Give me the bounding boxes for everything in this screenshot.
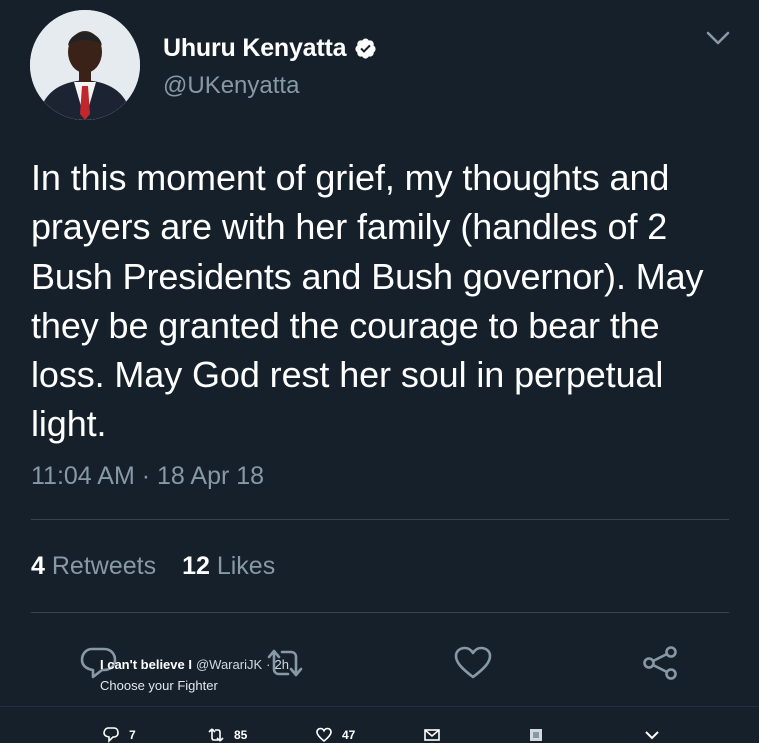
overlay-author-handle[interactable]: @WarariJK bbox=[196, 657, 262, 672]
share-icon bbox=[643, 646, 677, 680]
chevron-down-icon bbox=[645, 731, 659, 740]
likes-stat[interactable]: 12 Likes bbox=[182, 552, 275, 581]
heart-icon bbox=[316, 727, 332, 743]
author-name[interactable]: Uhuru Kenyatta bbox=[163, 34, 347, 63]
retweets-label: Retweets bbox=[51, 552, 157, 580]
likes-count: 12 bbox=[182, 552, 210, 580]
chevron-down-icon[interactable] bbox=[706, 30, 730, 48]
overlay-time[interactable]: 2h bbox=[274, 657, 288, 672]
tweet-date[interactable]: 18 Apr 18 bbox=[157, 462, 264, 490]
tweet-text: In this moment of grief, my thoughts and… bbox=[31, 157, 704, 445]
bottom-more-button[interactable] bbox=[644, 727, 660, 743]
like-button[interactable] bbox=[453, 645, 493, 681]
overlay-separator: · bbox=[266, 657, 271, 672]
bottom-message-button[interactable] bbox=[424, 727, 440, 743]
bottom-retweet-button[interactable]: 85 bbox=[208, 727, 247, 743]
overlay-tweet-header[interactable]: I can't believe I @WarariJK · 2h bbox=[100, 657, 289, 672]
author-handle[interactable]: @UKenyatta bbox=[163, 72, 299, 100]
overlay-author-name[interactable]: I can't believe I bbox=[100, 657, 192, 672]
bottom-action-bar: 7 85 47 bbox=[0, 706, 759, 743]
engagement-stats: 4 Retweets 12 Likes bbox=[31, 552, 275, 581]
retweets-stat[interactable]: 4 Retweets bbox=[31, 552, 156, 581]
reply-icon bbox=[103, 727, 119, 743]
tweet-time[interactable]: 11:04 AM bbox=[31, 462, 135, 490]
likes-label: Likes bbox=[216, 552, 276, 580]
bottom-like-count: 47 bbox=[342, 728, 356, 742]
overlay-tweet-text: Choose your Fighter bbox=[100, 678, 218, 693]
retweet-icon bbox=[208, 728, 224, 742]
avatar[interactable] bbox=[30, 10, 140, 120]
bottom-media-button[interactable] bbox=[528, 727, 544, 743]
envelope-icon bbox=[424, 729, 440, 741]
tweet-timestamp[interactable]: 11:04 AM · 18 Apr 18 bbox=[31, 462, 264, 491]
bottom-like-button[interactable]: 47 bbox=[316, 727, 355, 743]
image-icon bbox=[530, 729, 542, 741]
divider bbox=[31, 612, 729, 613]
heart-icon bbox=[454, 646, 492, 679]
author-name-row[interactable]: Uhuru Kenyatta bbox=[163, 34, 377, 63]
bottom-reply-count: 7 bbox=[129, 728, 136, 742]
bottom-reply-button[interactable]: 7 bbox=[103, 727, 136, 743]
verified-badge-icon bbox=[355, 38, 376, 59]
divider bbox=[31, 519, 729, 520]
profile-photo-icon bbox=[30, 10, 140, 120]
bottom-retweet-count: 85 bbox=[234, 728, 248, 742]
share-button[interactable] bbox=[640, 645, 680, 681]
timestamp-separator: · bbox=[141, 462, 151, 490]
retweets-count: 4 bbox=[31, 552, 45, 580]
